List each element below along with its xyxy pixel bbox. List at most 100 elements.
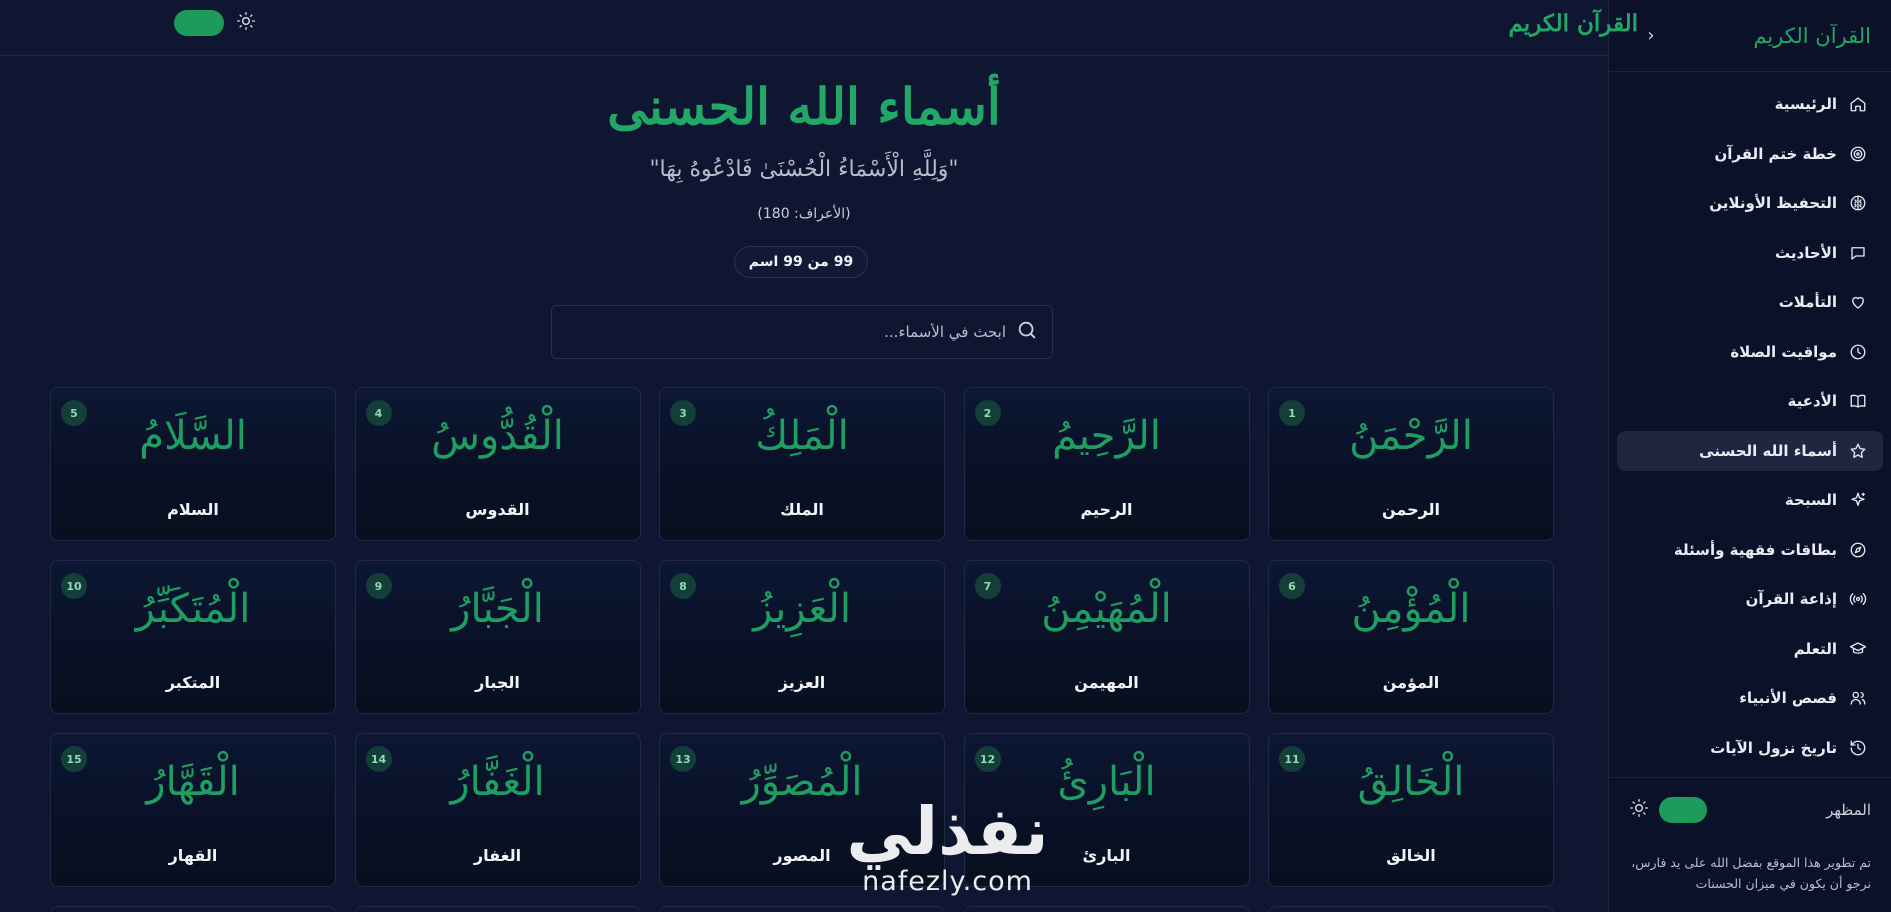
name-arabic: الْقَهَّارُ <box>146 759 240 805</box>
sidebar-item[interactable]: إذاعة القرآن <box>1617 579 1883 619</box>
name-arabic: السَّلَامُ <box>139 413 247 459</box>
credits-line: نرجو أن يكون في ميزان الحسنات <box>1695 876 1871 891</box>
sidebar-item-label: تاريخ نزول الآيات <box>1710 738 1837 757</box>
sidebar-item[interactable]: أسماء الله الحسنى <box>1617 430 1883 471</box>
name-card[interactable]: 10 الْمُتَكَبِّرُ المتكبر <box>50 560 336 714</box>
search-icon <box>1016 319 1038 345</box>
sun-icon <box>1629 798 1649 822</box>
sidebar-item[interactable]: الرئيسية <box>1617 84 1883 124</box>
theme-toggle-group <box>1629 797 1707 823</box>
name-arabic: الْخَالِقُ <box>1357 759 1465 805</box>
name-arabic: الْغَفَّارُ <box>450 759 545 805</box>
compass-icon <box>1849 541 1867 559</box>
sidebar-item-label: التأملات <box>1778 293 1837 311</box>
sidebar-item[interactable]: التعلم <box>1617 629 1883 669</box>
verse-reference: (الأعراف: 180) <box>757 206 851 222</box>
sidebar-item-label: الأدعية <box>1787 392 1837 410</box>
credits-line: تم تطوير هذا الموقع بفضل الله على يد فار… <box>1631 855 1871 870</box>
name-arabic: الْعَزِيزُ <box>753 586 851 632</box>
sidebar-item[interactable]: الأدعية <box>1617 381 1883 421</box>
name-arabic: الْمُتَكَبِّرُ <box>135 586 251 632</box>
sparkle-icon <box>1849 491 1867 509</box>
brain-icon <box>1849 194 1867 212</box>
graduation-cap-icon <box>1849 640 1867 658</box>
name-plain: الغفار <box>473 846 522 865</box>
appearance-row: المظهر <box>1629 792 1871 828</box>
sidebar-footer: المظهر تم تطوير هذا الموقع بفضل الله على… <box>1609 777 1891 912</box>
name-card[interactable]: 13 الْمُصَوِّرُ المصور <box>659 733 945 887</box>
sidebar-item[interactable]: مواقيت الصلاة <box>1617 332 1883 372</box>
sidebar-item[interactable]: قصص الأنبياء <box>1617 678 1883 718</box>
sidebar-item-label: التحفيظ الأونلاين <box>1709 194 1837 212</box>
name-card[interactable]: 7 الْمُهَيْمِنُ المهيمن <box>963 560 1250 714</box>
name-plain: المتكبر <box>165 673 221 692</box>
top-theme-controls <box>174 10 256 36</box>
heart-icon <box>1849 293 1867 311</box>
radio-icon <box>1849 590 1867 608</box>
sidebar-item[interactable]: الأحاديث <box>1617 233 1883 273</box>
sidebar-item[interactable]: بطاقات فقهية وأسئلة <box>1617 530 1883 570</box>
name-arabic: الْمَلِكُ <box>755 413 849 459</box>
verse: "وَلِلَّهِ الْأَسْمَاءُ الْحُسْنَىٰ فَاد… <box>649 157 959 182</box>
name-card[interactable]: 4 الْقُدُّوسُ القدوس <box>354 387 641 541</box>
app-root: القرآن الكريم ‹ الرئيسية خطة ختم القرآن ال… <box>0 0 1891 912</box>
sidebar: القرآن الكريم ‹ الرئيسية خطة ختم القرآن ال… <box>1608 0 1891 912</box>
search-box <box>551 305 1053 359</box>
history-icon <box>1849 739 1867 757</box>
name-card[interactable]: 9 الْجَبَّارُ الجبار <box>354 560 641 714</box>
name-arabic: الْجَبَّارُ <box>451 586 544 632</box>
search-input[interactable] <box>572 323 1006 341</box>
sidebar-item[interactable]: خطة ختم القرآن <box>1617 134 1883 174</box>
name-card[interactable]: 5 السَّلَامُ السلام <box>50 387 336 541</box>
sidebar-item[interactable]: التحفيظ الأونلاين <box>1617 183 1883 223</box>
name-card[interactable]: 2 الرَّحِيمُ الرحيم <box>963 387 1250 541</box>
star-icon <box>1849 442 1867 460</box>
name-card[interactable] <box>50 906 336 912</box>
chevron-left-icon[interactable]: ‹ <box>1639 25 1663 46</box>
sidebar-item[interactable]: السبحة <box>1617 480 1883 520</box>
name-card[interactable]: 3 الْمَلِكُ الملك <box>659 387 945 541</box>
name-arabic: الرَّحْمَنُ <box>1349 413 1473 459</box>
name-plain: الجبار <box>475 673 520 692</box>
name-plain: الملك <box>780 500 824 519</box>
name-card[interactable] <box>659 906 945 912</box>
sidebar-item-label: الرئيسية <box>1774 95 1837 113</box>
home-icon <box>1849 95 1867 113</box>
name-card[interactable] <box>963 906 1250 912</box>
sidebar-item[interactable]: تاريخ نزول الآيات <box>1617 728 1883 763</box>
name-card[interactable]: 1 الرَّحْمَنُ الرحمن <box>1268 387 1554 541</box>
name-arabic: الْمُهَيْمِنُ <box>1041 586 1172 632</box>
name-plain: الخالق <box>1386 846 1436 865</box>
clock-icon <box>1849 343 1867 361</box>
name-plain: المؤمن <box>1382 673 1440 692</box>
sun-icon[interactable] <box>236 11 256 35</box>
name-card[interactable]: 8 الْعَزِيزُ العزيز <box>659 560 945 714</box>
name-card[interactable]: 15 الْقَهَّارُ القهار <box>50 733 336 887</box>
theme-toggle[interactable] <box>174 10 224 36</box>
name-arabic: الرَّحِيمُ <box>1052 413 1161 459</box>
sidebar-item[interactable]: التأملات <box>1617 282 1883 322</box>
names-count-badge: 99 من 99 اسم <box>734 246 868 278</box>
name-arabic: الْبَارِئُ <box>1057 759 1156 805</box>
name-card[interactable]: 11 الْخَالِقُ الخالق <box>1268 733 1554 887</box>
credits: تم تطوير هذا الموقع بفضل الله على يد فار… <box>1629 852 1871 894</box>
name-arabic: الْمُؤْمِنُ <box>1351 586 1471 632</box>
sidebar-title[interactable]: القرآن الكريم <box>1753 24 1871 48</box>
sidebar-item-label: بطاقات فقهية وأسئلة <box>1673 540 1837 559</box>
sidebar-item-label: أسماء الله الحسنى <box>1699 441 1837 460</box>
sidebar-item-label: مواقيت الصلاة <box>1730 342 1837 361</box>
sidebar-item-label: السبحة <box>1784 491 1837 509</box>
name-card[interactable] <box>354 906 641 912</box>
sidebar-item-label: التعلم <box>1793 639 1837 658</box>
name-card[interactable]: 6 الْمُؤْمِنُ المؤمن <box>1268 560 1554 714</box>
name-card[interactable]: 12 الْبَارِئُ البارئ <box>963 733 1250 887</box>
name-plain: الرحيم <box>1080 500 1133 519</box>
theme-toggle[interactable] <box>1659 797 1707 823</box>
appearance-label: المظهر <box>1826 801 1871 819</box>
sidebar-item-label: قصص الأنبياء <box>1739 689 1837 707</box>
name-card[interactable]: 14 الْغَفَّارُ الغفار <box>354 733 641 887</box>
main-content: أسماء الله الحسنى "وَلِلَّهِ الْأَسْمَاء… <box>0 57 1608 912</box>
top-bar-title[interactable]: القرآن الكريم <box>1508 10 1638 37</box>
name-card[interactable] <box>1268 906 1554 912</box>
message-icon <box>1849 244 1867 262</box>
